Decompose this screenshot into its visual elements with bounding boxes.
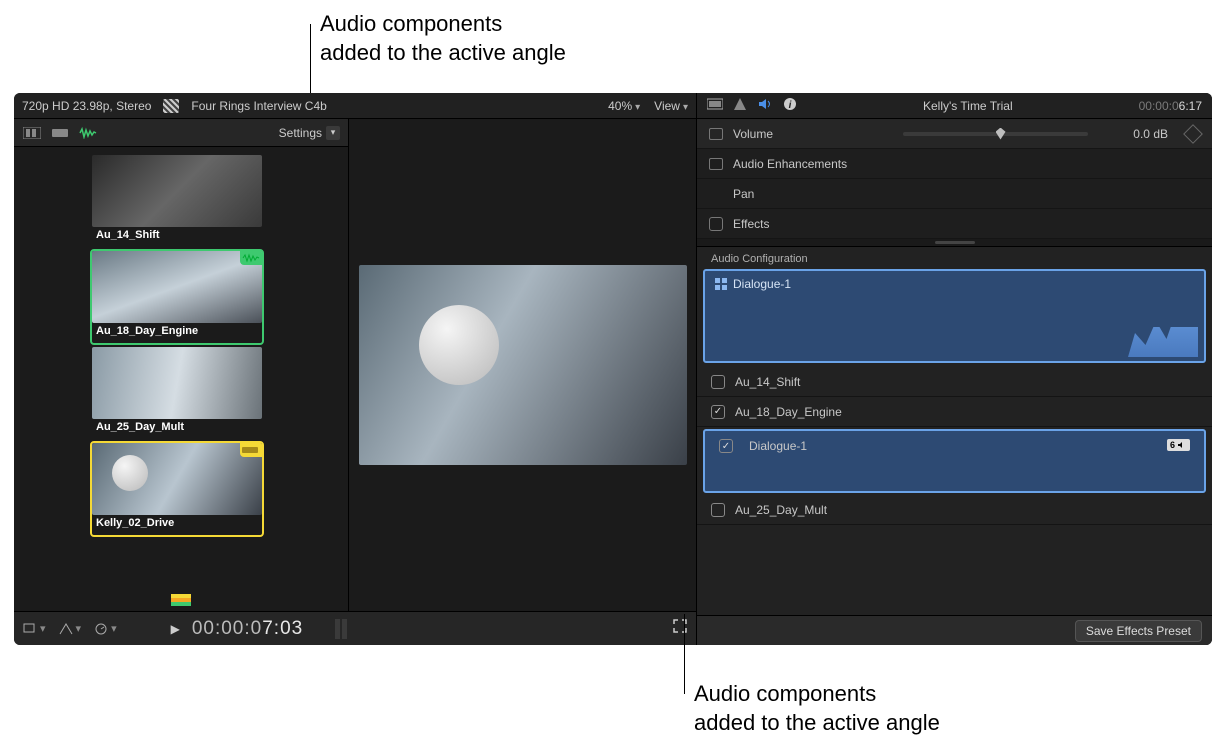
component-label: Dialogue-1 — [743, 439, 807, 453]
effects-checkbox[interactable] — [709, 217, 723, 231]
video-active-marker — [240, 443, 262, 457]
transport-bar: ▾ ▾ ▾ ▶ 00:00:07:03 — [14, 611, 696, 645]
dialogue-waveform[interactable]: Dialogue-1 — [703, 269, 1206, 363]
color-tab-icon[interactable] — [733, 97, 747, 114]
angle-kelly[interactable]: Kelly_02_Drive — [92, 443, 262, 535]
angle-label: Kelly_02_Drive — [92, 515, 262, 533]
surround-badge: 6 — [1167, 439, 1190, 451]
angle-browser: Settings ▾ Au_14_Shift — [14, 119, 349, 611]
effects-row[interactable]: Effects — [697, 209, 1212, 239]
retime-tool-icon[interactable]: ▾ — [93, 622, 117, 636]
keyframe-button[interactable] — [1183, 124, 1203, 144]
chevron-down-icon: ▾ — [326, 126, 340, 140]
enhancements-label: Audio Enhancements — [733, 157, 847, 171]
component-checkbox[interactable] — [711, 503, 725, 517]
effects-label: Effects — [733, 217, 769, 231]
callout-bottom: Audio components added to the active ang… — [694, 680, 940, 737]
save-effects-preset-button[interactable]: Save Effects Preset — [1075, 620, 1202, 642]
component-shift[interactable]: Au_14_Shift — [697, 367, 1212, 397]
enhance-tool-icon[interactable]: ▾ — [58, 622, 82, 636]
inspector: i Kelly's Time Trial 00:00:06:17 Volume … — [696, 93, 1212, 645]
inspector-title: Kelly's Time Trial — [807, 99, 1129, 113]
pan-row[interactable]: Pan — [697, 179, 1212, 209]
settings-menu[interactable]: Settings ▾ — [279, 126, 340, 140]
viewer — [349, 119, 696, 611]
inspector-timecode: 00:00:06:17 — [1139, 99, 1202, 113]
timecode-display[interactable]: 00:00:07:03 — [192, 617, 303, 640]
angle-label: Au_18_Day_Engine — [92, 323, 262, 341]
drag-handle[interactable] — [935, 241, 975, 244]
clip-name: Four Rings Interview C4b — [191, 99, 326, 113]
app-window: 720p HD 23.98p, Stereo Four Rings Interv… — [14, 93, 1212, 645]
volume-value: 0.0 dB — [1098, 127, 1168, 141]
enhancements-row[interactable]: Audio Enhancements — [697, 149, 1212, 179]
volume-row: Volume 0.0 dB — [697, 119, 1212, 149]
info-tab-icon[interactable]: i — [783, 97, 797, 114]
main-area: 720p HD 23.98p, Stereo Four Rings Interv… — [14, 93, 1212, 645]
component-checkbox[interactable] — [711, 375, 725, 389]
clip-icon[interactable] — [50, 125, 70, 141]
component-engine[interactable]: Au_18_Day_Engine — [697, 397, 1212, 427]
viewer-topbar: 720p HD 23.98p, Stereo Four Rings Interv… — [14, 93, 696, 119]
component-checkbox[interactable] — [711, 405, 725, 419]
callout-top: Audio components added to the active ang… — [320, 10, 566, 67]
zoom-menu[interactable]: 40% — [608, 99, 640, 113]
pan-label: Pan — [733, 187, 754, 201]
skimmer-bar — [14, 589, 348, 611]
angle-shift[interactable]: Au_14_Shift — [92, 155, 262, 247]
component-label: Au_18_Day_Engine — [735, 405, 842, 419]
audio-tab-icon[interactable] — [757, 97, 773, 114]
angle-label: Au_14_Shift — [92, 227, 262, 245]
volume-icon — [709, 128, 723, 140]
component-label: Au_14_Shift — [735, 375, 800, 389]
angle-label: Au_25_Day_Mult — [92, 419, 262, 437]
audio-components-list: Au_14_Shift Au_18_Day_Engine Dialogue-1 … — [697, 367, 1212, 525]
angle-toolbar: Settings ▾ — [14, 119, 348, 147]
fullscreen-button[interactable] — [672, 618, 688, 639]
angle-engine[interactable]: Au_18_Day_Engine — [92, 251, 262, 343]
volume-label: Volume — [733, 127, 893, 141]
crop-tool-icon[interactable]: ▾ — [22, 622, 46, 636]
component-dialogue[interactable]: Dialogue-1 6 — [703, 429, 1206, 493]
audio-meter — [335, 619, 347, 639]
video-tab-icon[interactable] — [707, 98, 723, 113]
audio-config-header: Audio Configuration — [697, 247, 1212, 269]
waveform-icon[interactable] — [78, 125, 98, 141]
angle-stack-icon[interactable] — [171, 594, 191, 606]
component-mult[interactable]: Au_25_Day_Mult — [697, 495, 1212, 525]
waveform-icon — [1128, 297, 1198, 357]
audio-active-marker — [240, 251, 262, 265]
video-frame — [359, 265, 687, 465]
view-menu[interactable]: View — [654, 99, 688, 113]
volume-slider[interactable] — [903, 132, 1088, 136]
enhancements-icon — [709, 158, 723, 170]
multicam-icon — [715, 278, 727, 290]
svg-text:i: i — [789, 100, 792, 111]
dialogue-label: Dialogue-1 — [733, 277, 791, 291]
inspector-footer: Save Effects Preset — [697, 615, 1212, 645]
angle-list: Au_14_Shift Au_18_Day_Engine Au_25_Day_M… — [14, 147, 348, 589]
viewer-canvas[interactable] — [349, 119, 696, 611]
format-label: 720p HD 23.98p, Stereo — [22, 99, 151, 113]
inspector-header: i Kelly's Time Trial 00:00:06:17 — [697, 93, 1212, 119]
component-checkbox[interactable] — [719, 439, 733, 453]
filmstrip-icon[interactable] — [22, 125, 42, 141]
play-button[interactable]: ▶ — [171, 622, 180, 636]
angle-mult[interactable]: Au_25_Day_Mult — [92, 347, 262, 439]
clapper-icon — [163, 99, 179, 113]
callout-line-vert-2 — [684, 614, 685, 694]
component-label: Au_25_Day_Mult — [735, 503, 827, 517]
